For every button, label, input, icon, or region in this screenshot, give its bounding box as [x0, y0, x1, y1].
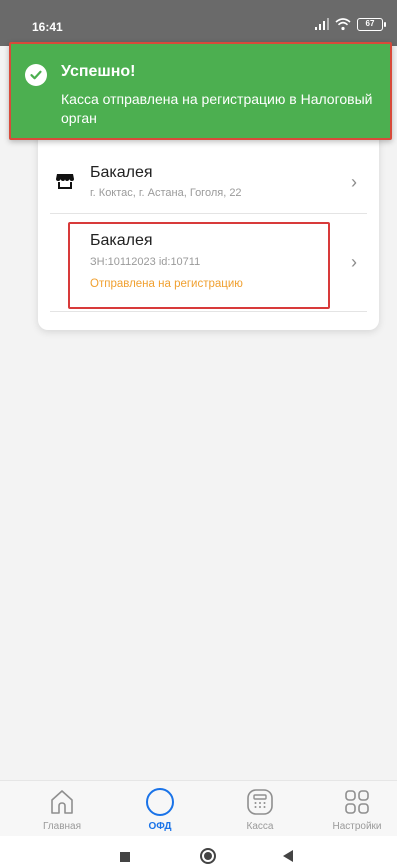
check-circle-icon	[25, 64, 47, 86]
chevron-right-icon: ›	[351, 172, 357, 192]
nav-label: Касса	[246, 821, 274, 832]
toast-title: Успешно!	[61, 63, 136, 80]
nav-item-home[interactable]: Главная	[22, 781, 102, 837]
toast-message: Касса отправлена на регистрацию в Налого…	[61, 91, 373, 126]
nav-label: Настройки	[332, 821, 382, 832]
store-address: г. Коктас, г. Астана, Гоголя, 22	[90, 187, 242, 199]
list-item[interactable]: Бакалея г. Коктас, г. Астана, Гоголя, 22…	[50, 156, 367, 214]
nav-item-ofd[interactable]: ОФД	[120, 781, 200, 837]
home-icon	[51, 790, 73, 814]
success-toast[interactable]: Успешно! Касса отправлена на регистрацию…	[9, 42, 392, 140]
cash-register-ids: ЗН:10112023 id:10711	[90, 256, 201, 268]
signal-icon	[313, 18, 329, 30]
home-button-icon[interactable]	[200, 848, 216, 864]
list-item[interactable]: Бакалея ЗН:10112023 id:10711 Отправлена …	[50, 220, 367, 312]
recent-apps-icon[interactable]	[120, 852, 130, 862]
status-icons: 67	[313, 17, 386, 31]
grid-icon	[345, 790, 369, 814]
nav-label: ОФД	[148, 821, 172, 832]
calculator-icon	[247, 789, 273, 815]
nav-label: Главная	[42, 821, 82, 832]
store-icon	[56, 174, 74, 189]
battery-icon: 67	[357, 17, 386, 31]
status-time: 16:41	[32, 20, 63, 34]
system-navigation	[0, 836, 397, 868]
status-bar: 16:41 67	[0, 0, 397, 46]
chevron-right-icon: ›	[351, 252, 357, 272]
nav-item-settings[interactable]: Настройки	[317, 781, 397, 837]
wifi-icon	[335, 18, 351, 31]
back-icon[interactable]	[283, 850, 293, 862]
cash-register-title: Бакалея	[90, 232, 153, 249]
bottom-navigation: Главная ОФД Касса Настройки	[0, 780, 397, 836]
registration-status: Отправлена на регистрацию	[90, 278, 243, 290]
nav-item-kassa[interactable]: Касса	[220, 781, 300, 837]
circle-icon	[146, 788, 174, 816]
store-list-card: Бакалея г. Коктас, г. Астана, Гоголя, 22…	[38, 130, 379, 330]
store-title: Бакалея	[90, 164, 153, 181]
